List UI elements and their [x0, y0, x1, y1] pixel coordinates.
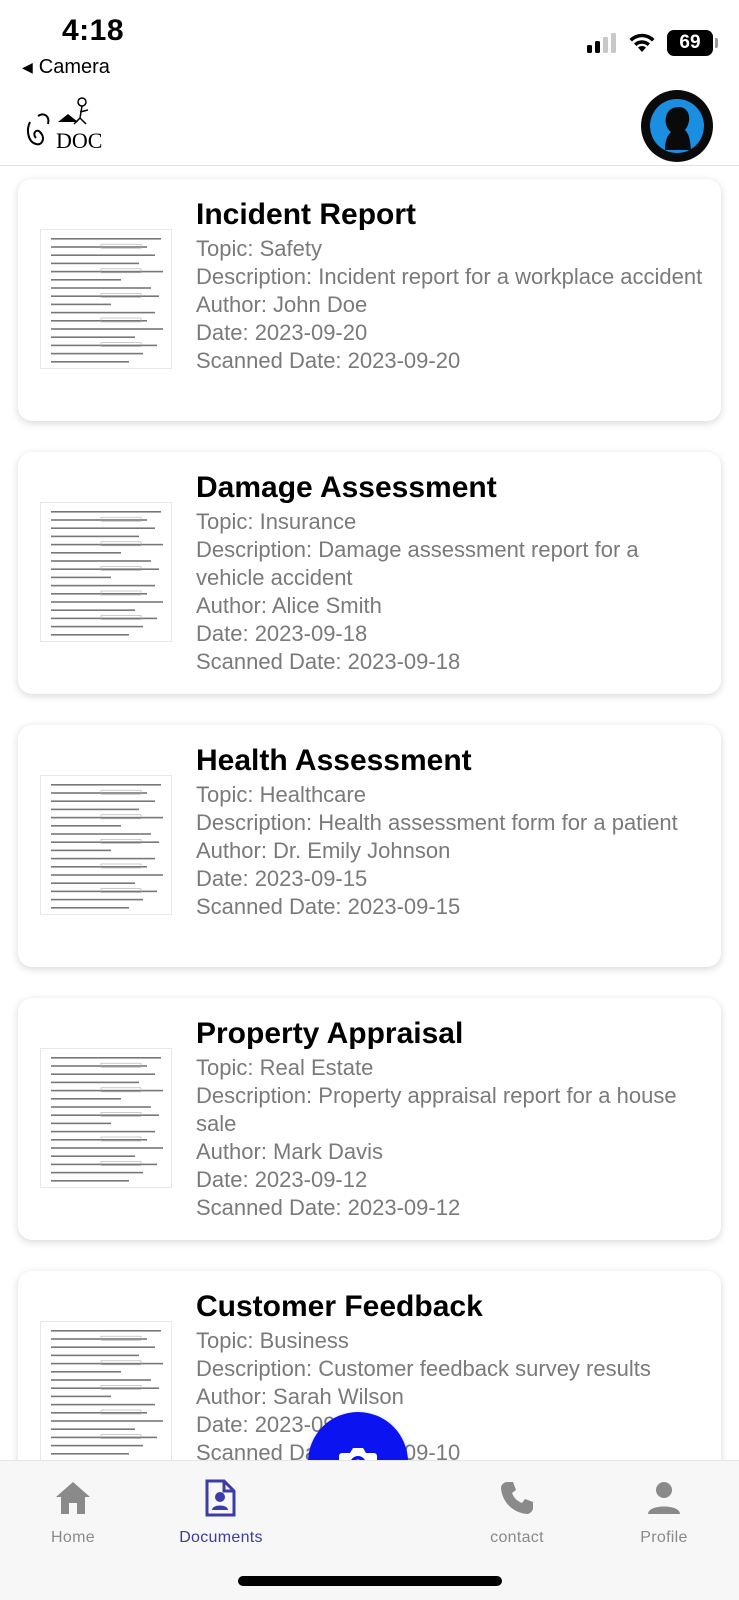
- document-author: Author: Mark Davis: [196, 1139, 384, 1164]
- document-card[interactable]: Health Assessment Topic: Healthcare Descri…: [18, 725, 721, 967]
- document-thumbnail: [40, 1048, 172, 1188]
- document-topic: Topic: Business: [196, 1328, 349, 1353]
- cellular-signal-icon: [587, 33, 616, 53]
- document-info: Health Assessment Topic: Healthcare Descri…: [196, 743, 706, 921]
- document-person-icon: [205, 1479, 236, 1517]
- app-header: DOC: [0, 86, 739, 166]
- document-author: Author: Sarah Wilson: [196, 1384, 404, 1409]
- doc-logo[interactable]: DOC: [24, 94, 108, 160]
- user-avatar-icon: [650, 99, 704, 153]
- document-card[interactable]: Damage Assessment Topic: Insurance Descrip…: [18, 452, 721, 694]
- nav-documents-label: Documents: [179, 1529, 263, 1546]
- document-thumbnail: [40, 775, 172, 915]
- status-bar: 4:18 ◀ Camera 69: [0, 0, 739, 86]
- document-date: Date: 2023-09-10: [196, 1412, 368, 1437]
- document-scanned-date: Scanned Date: 2023-09-18: [196, 649, 461, 674]
- document-title: Property Appraisal: [196, 1017, 464, 1050]
- document-date: Date: 2023-09-12: [196, 1167, 368, 1192]
- back-app-label: Camera: [38, 56, 110, 78]
- nav-contact[interactable]: contact: [457, 1475, 577, 1547]
- document-info: Customer Feedback Topic: Business Descript…: [196, 1289, 706, 1462]
- document-description: Description: Incident report for a workp…: [196, 264, 703, 289]
- document-scanned-date: Scanned Date: 2023-09-12: [196, 1195, 461, 1220]
- document-topic: Topic: Healthcare: [196, 782, 366, 807]
- document-info: Damage Assessment Topic: Insurance Descrip…: [196, 470, 706, 676]
- document-info: Property Appraisal Topic: Real Estate Desc…: [196, 1016, 706, 1222]
- document-thumbnail: [40, 1321, 172, 1461]
- document-thumbnail: [40, 502, 172, 642]
- document-title: Damage Assessment: [196, 471, 497, 504]
- document-topic: Topic: Real Estate: [196, 1055, 374, 1080]
- nav-profile-label: Profile: [640, 1529, 688, 1546]
- back-to-app-link[interactable]: ◀ Camera: [22, 56, 110, 79]
- document-date: Date: 2023-09-15: [196, 866, 368, 891]
- home-indicator: [238, 1576, 502, 1586]
- user-avatar-button[interactable]: [641, 90, 713, 162]
- document-scanned-date: Scanned Date: 2023-09-10: [196, 1440, 460, 1462]
- back-triangle-icon: ◀: [22, 59, 33, 75]
- document-description: Description: Damage assessment report fo…: [196, 537, 639, 590]
- nav-profile[interactable]: Profile: [604, 1475, 724, 1547]
- battery-icon: 69: [667, 30, 718, 56]
- document-scanned-date: Scanned Date: 2023-09-15: [196, 894, 461, 919]
- document-date: Date: 2023-09-20: [196, 320, 368, 345]
- document-info: Incident Report Topic: Safety Description:…: [196, 197, 706, 375]
- app-screen: 4:18 ◀ Camera 69 DOC Incident Report Top…: [0, 0, 739, 1600]
- document-card[interactable]: Incident Report Topic: Safety Description:…: [18, 179, 721, 421]
- document-title: Health Assessment: [196, 744, 472, 777]
- phone-icon: [501, 1482, 533, 1514]
- home-icon: [56, 1482, 90, 1514]
- nav-home-label: Home: [51, 1529, 95, 1546]
- status-icons: 69: [587, 30, 718, 56]
- nav-home[interactable]: Home: [13, 1475, 133, 1547]
- document-list[interactable]: Incident Report Topic: Safety Description:…: [0, 166, 739, 1462]
- person-icon: [648, 1482, 680, 1514]
- logo-graphic: DOC: [27, 97, 102, 153]
- document-date: Date: 2023-09-18: [196, 621, 368, 646]
- document-card[interactable]: Property Appraisal Topic: Real Estate Desc…: [18, 998, 721, 1240]
- document-author: Author: Alice Smith: [196, 593, 382, 618]
- battery-level: 69: [679, 32, 701, 53]
- document-topic: Topic: Safety: [196, 236, 322, 261]
- status-time: 4:18: [62, 14, 125, 47]
- logo-text: DOC: [56, 128, 102, 153]
- document-title: Incident Report: [196, 198, 417, 231]
- document-scanned-date: Scanned Date: 2023-09-20: [196, 348, 461, 373]
- document-description: Description: Health assessment form for …: [196, 810, 678, 835]
- nav-documents[interactable]: Documents: [161, 1475, 281, 1547]
- wifi-icon: [629, 33, 655, 52]
- document-topic: Topic: Insurance: [196, 509, 357, 534]
- document-title: Customer Feedback: [196, 1290, 483, 1323]
- document-author: Author: Dr. Emily Johnson: [196, 838, 451, 863]
- document-description: Description: Property appraisal report f…: [196, 1083, 677, 1136]
- document-author: Author: John Doe: [196, 292, 368, 317]
- document-thumbnail: [40, 229, 172, 369]
- document-description: Description: Customer feedback survey re…: [196, 1356, 651, 1381]
- nav-contact-label: contact: [490, 1529, 544, 1546]
